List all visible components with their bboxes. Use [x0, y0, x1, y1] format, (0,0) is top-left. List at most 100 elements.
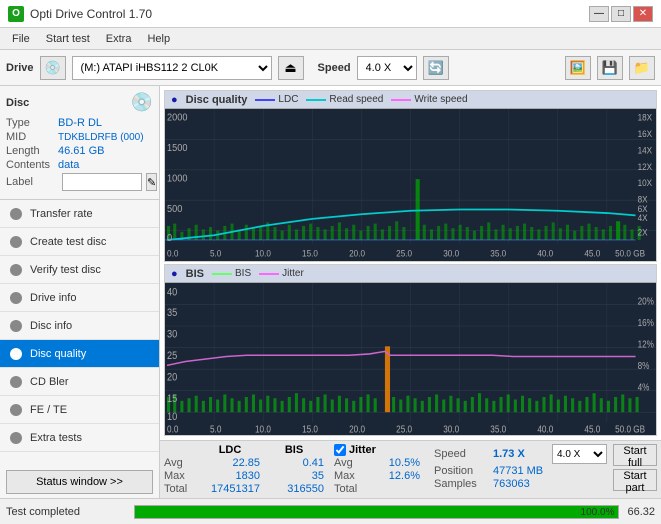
svg-text:35.0: 35.0 [490, 248, 506, 259]
chart2-svg: 40 35 30 25 20 15 10 20% 16% 12% 8% 4% [165, 283, 656, 435]
nav-icon-extra-tests [10, 432, 22, 444]
menu-start-test[interactable]: Start test [38, 31, 98, 47]
settings-button[interactable]: 🖼️ [565, 56, 591, 80]
nav-label-cd-bler: CD Bler [30, 376, 69, 388]
menu-help[interactable]: Help [139, 31, 178, 47]
contents-value: data [58, 159, 79, 171]
svg-text:18X: 18X [638, 112, 653, 123]
svg-text:2X: 2X [638, 227, 648, 238]
chart1-icon: ● [171, 94, 178, 106]
nav-items: Transfer rate Create test disc Verify te… [0, 200, 159, 466]
start-buttons: Start full Start part [613, 444, 657, 491]
chart2-body: 40 35 30 25 20 15 10 20% 16% 12% 8% 4% [165, 283, 656, 435]
avg-label: Avg [164, 457, 196, 469]
refresh-button[interactable]: 🔄 [423, 56, 449, 80]
nav-label-fe-te: FE / TE [30, 404, 67, 416]
label-key: Label [6, 176, 58, 188]
menu-file[interactable]: File [4, 31, 38, 47]
avg-ldc: 22.85 [200, 457, 260, 469]
svg-text:10.0: 10.0 [255, 248, 271, 259]
disc-info-panel: Disc 💿 Type BD-R DL MID TDKBLDRFB (000) … [0, 86, 159, 200]
sidebar-item-disc-info[interactable]: Disc info [0, 312, 159, 340]
jitter-checkbox[interactable] [334, 444, 346, 456]
speed-label: Speed [318, 62, 351, 74]
nav-label-drive-info: Drive info [30, 292, 76, 304]
nav-label-create-test-disc: Create test disc [30, 236, 106, 248]
sidebar-item-transfer-rate[interactable]: Transfer rate [0, 200, 159, 228]
avg-bis: 0.41 [264, 457, 324, 469]
total-ldc: 17451317 [200, 483, 260, 495]
svg-text:20: 20 [167, 372, 177, 384]
burn-button[interactable]: 💾 [597, 56, 623, 80]
start-full-button[interactable]: Start full [613, 444, 657, 466]
label-edit-button[interactable]: ✎ [146, 173, 157, 191]
sidebar-item-drive-info[interactable]: Drive info [0, 284, 159, 312]
sidebar-item-fe-te[interactable]: FE / TE [0, 396, 159, 424]
nav-icon-create-test-disc [10, 236, 22, 248]
jitter-max-val: 12.6% [370, 470, 420, 482]
charts-area: ● Disc quality LDC Read speed Write spee… [160, 86, 661, 440]
svg-text:16X: 16X [638, 129, 653, 140]
svg-text:45.0: 45.0 [584, 424, 600, 435]
jitter-avg-val: 10.5% [370, 457, 420, 469]
sidebar-item-create-test-disc[interactable]: Create test disc [0, 228, 159, 256]
window-controls: — □ ✕ [589, 6, 653, 22]
ldc-legend-color [255, 99, 275, 101]
status-window-button[interactable]: Status window >> [6, 470, 153, 494]
close-button[interactable]: ✕ [633, 6, 653, 22]
chart1-container: ● Disc quality LDC Read speed Write spee… [164, 90, 657, 262]
app-title: Opti Drive Control 1.70 [30, 7, 152, 21]
read-speed-legend-label: Read speed [329, 94, 383, 105]
svg-text:25.0: 25.0 [396, 424, 412, 435]
svg-text:50.0 GB: 50.0 GB [615, 424, 645, 435]
nav-icon-disc-info [10, 320, 22, 332]
app-icon: O [8, 6, 24, 22]
type-label: Type [6, 117, 58, 129]
svg-text:2000: 2000 [167, 112, 188, 124]
chart2-header: ● BIS BIS Jitter [165, 265, 656, 283]
menu-extra[interactable]: Extra [98, 31, 140, 47]
type-value: BD-R DL [58, 117, 102, 129]
label-input[interactable] [62, 173, 142, 191]
svg-text:14X: 14X [638, 145, 653, 156]
maximize-button[interactable]: □ [611, 6, 631, 22]
svg-text:20.0: 20.0 [349, 424, 365, 435]
speed-select[interactable]: 4.0 X [357, 56, 417, 80]
jitter-total-label: Total [334, 483, 366, 495]
nav-icon-drive-info [10, 292, 22, 304]
jitter-legend-color [259, 273, 279, 275]
svg-text:15.0: 15.0 [302, 248, 318, 259]
jitter-avg-label: Avg [334, 457, 366, 469]
drive-icon-btn[interactable]: 💿 [40, 56, 66, 80]
svg-text:4%: 4% [638, 382, 650, 393]
nav-label-transfer-rate: Transfer rate [30, 208, 93, 220]
ldc-header: LDC [200, 444, 260, 456]
main-area: Disc 💿 Type BD-R DL MID TDKBLDRFB (000) … [0, 86, 661, 498]
drive-select[interactable]: (M:) ATAPI iHBS112 2 CL0K [72, 56, 272, 80]
total-bis: 316550 [264, 483, 324, 495]
svg-text:45.0: 45.0 [584, 248, 600, 259]
chart1-legend-read-speed: Read speed [306, 94, 383, 105]
contents-label: Contents [6, 159, 58, 171]
mid-value: TDKBLDRFB (000) [58, 132, 144, 143]
nav-icon-disc-quality [10, 348, 22, 360]
progress-bar: 100.0% [134, 505, 619, 519]
svg-text:30.0: 30.0 [443, 424, 459, 435]
nav-icon-transfer-rate [10, 208, 22, 220]
max-label: Max [164, 470, 196, 482]
svg-text:15.0: 15.0 [302, 424, 318, 435]
speed-stat-select[interactable]: 4.0 X [552, 444, 607, 464]
minimize-button[interactable]: — [589, 6, 609, 22]
total-label: Total [164, 483, 196, 495]
sidebar-item-cd-bler[interactable]: CD Bler [0, 368, 159, 396]
svg-text:0.0: 0.0 [167, 248, 178, 259]
sidebar-item-disc-quality[interactable]: Disc quality [0, 340, 159, 368]
bis-header: BIS [264, 444, 324, 456]
sidebar-item-extra-tests[interactable]: Extra tests [0, 424, 159, 452]
save-button[interactable]: 📁 [629, 56, 655, 80]
start-part-button[interactable]: Start part [613, 469, 657, 491]
svg-text:10: 10 [167, 411, 177, 423]
jitter-legend-label: Jitter [282, 268, 304, 279]
eject-button[interactable]: ⏏ [278, 56, 304, 80]
sidebar-item-verify-test-disc[interactable]: Verify test disc [0, 256, 159, 284]
